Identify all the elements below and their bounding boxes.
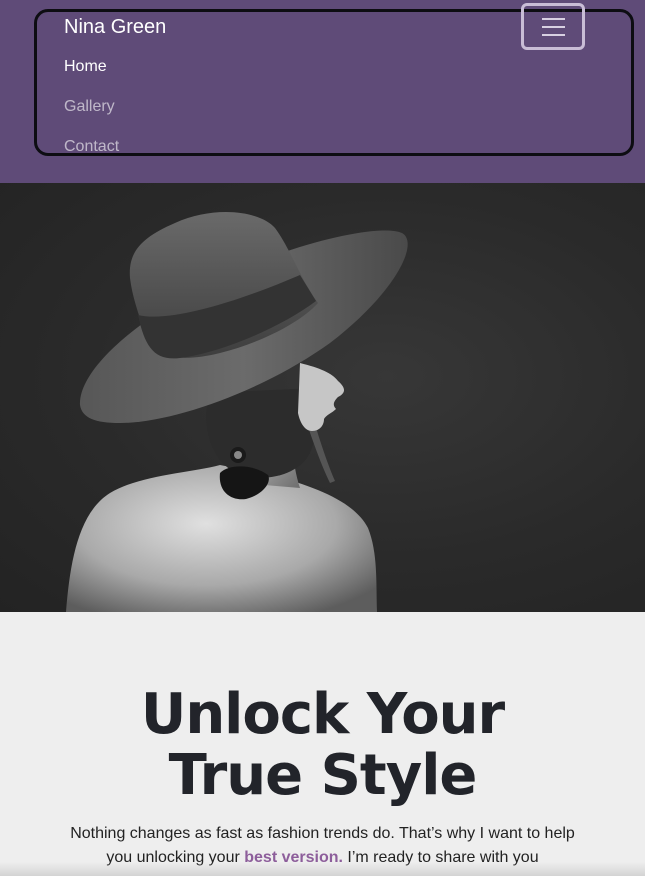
hamburger-menu-icon-bar	[542, 26, 565, 28]
nav-link-contact[interactable]: Contact	[64, 136, 119, 158]
brand-link[interactable]: Nina Green	[64, 14, 166, 40]
hamburger-menu-icon	[542, 18, 565, 20]
woman-in-black-hat-photo	[66, 212, 408, 612]
page-title-line1: Unlock Your	[140, 682, 505, 747]
page-title: Unlock Your True Style	[0, 684, 645, 806]
hamburger-menu-icon-bar	[542, 34, 565, 36]
intro-section: Unlock Your True Style Nothing changes a…	[0, 612, 645, 876]
hero-image	[0, 183, 645, 612]
page-title-line2: True Style	[168, 743, 478, 808]
navbar: Nina Green Home Gallery Contact	[0, 0, 645, 183]
page: Nina Green Home Gallery Contact Unlock Y…	[0, 0, 645, 876]
nav-link-gallery[interactable]: Gallery	[64, 96, 115, 118]
navbar-toggler-button[interactable]	[521, 3, 585, 50]
nav-link-home[interactable]: Home	[64, 56, 107, 78]
bottom-fade	[0, 862, 645, 876]
